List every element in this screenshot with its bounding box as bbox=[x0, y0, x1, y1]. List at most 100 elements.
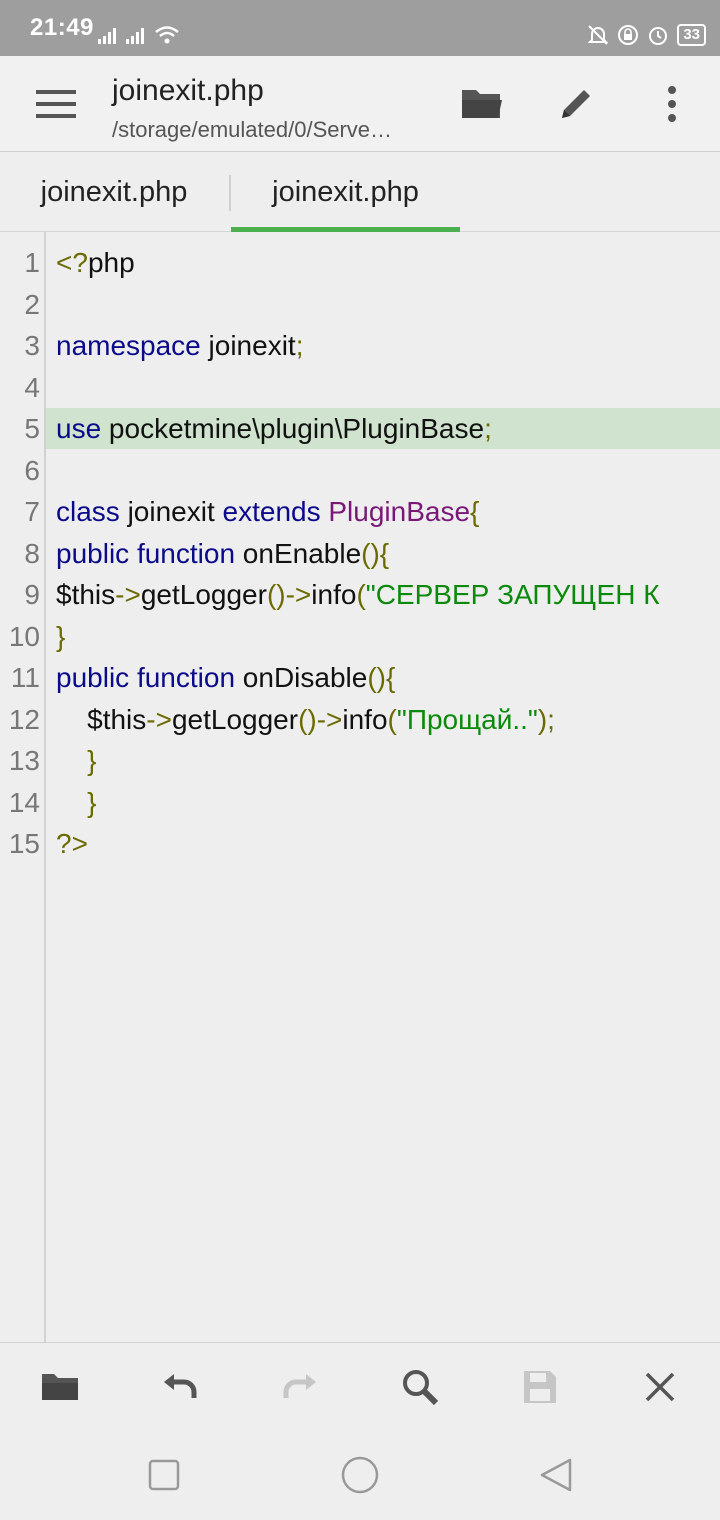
more-vert-icon bbox=[668, 86, 676, 122]
line-number: 12 bbox=[8, 703, 40, 735]
code-token: joinexit bbox=[200, 330, 296, 361]
code-line[interactable]: } bbox=[56, 616, 65, 657]
code-token: ( bbox=[387, 703, 397, 735]
undo-button[interactable] bbox=[152, 1361, 208, 1413]
folder-button[interactable] bbox=[32, 1361, 88, 1413]
battery-indicator: 33 bbox=[677, 24, 706, 46]
code-line[interactable]: namespace joinexit; bbox=[56, 325, 303, 366]
bottom-toolbar bbox=[0, 1342, 720, 1430]
signal-icon bbox=[126, 28, 144, 44]
system-nav-bar bbox=[0, 1430, 720, 1520]
search-icon bbox=[403, 1370, 439, 1406]
code-token: info bbox=[311, 579, 357, 610]
more-options-button[interactable] bbox=[646, 78, 698, 130]
code-token: -> bbox=[115, 579, 141, 610]
line-number: 2 bbox=[24, 288, 40, 320]
code-token: pocketmine\plugin\PluginBase bbox=[101, 413, 485, 444]
code-token: public bbox=[56, 662, 130, 693]
recents-button[interactable] bbox=[139, 1452, 189, 1498]
code-token: ?> bbox=[56, 828, 88, 859]
redo-button[interactable] bbox=[272, 1361, 328, 1413]
code-token: } bbox=[56, 745, 97, 776]
line-number: 6 bbox=[24, 454, 40, 486]
status-right-icons: 33 bbox=[587, 24, 706, 46]
folder-open-icon bbox=[462, 90, 502, 118]
back-icon bbox=[540, 1458, 572, 1492]
search-button[interactable] bbox=[392, 1361, 448, 1413]
code-token: function bbox=[136, 662, 236, 693]
tab-file-2[interactable]: joinexit.php bbox=[231, 153, 460, 232]
code-line[interactable]: public function onDisable(){ bbox=[56, 657, 395, 698]
app-bar: joinexit.php /storage/emulated/0/Serve… bbox=[0, 56, 720, 152]
bell-off-icon bbox=[587, 25, 609, 45]
code-token: ()-> bbox=[266, 579, 312, 610]
status-bar: 21:49 33 bbox=[0, 0, 720, 56]
open-folder-button[interactable] bbox=[456, 78, 508, 130]
code-editor[interactable]: 1 <?php 2 3 namespace joinexit; 4 5 use pocketm… bbox=[0, 232, 720, 1342]
line-number: 7 bbox=[24, 496, 40, 527]
code-token: public bbox=[56, 537, 130, 569]
recents-icon bbox=[148, 1459, 180, 1491]
code-token: $this bbox=[56, 703, 147, 735]
code-line[interactable]: $this->getLogger()->info("СЕРВЕР ЗАПУЩЕН… bbox=[56, 574, 660, 615]
undo-icon bbox=[164, 1374, 197, 1398]
code-line[interactable]: $this->getLogger()->info("Прощай.."); bbox=[56, 699, 555, 740]
code-token: $this bbox=[56, 579, 116, 610]
code-token: use bbox=[56, 413, 102, 444]
line-number: 9 bbox=[24, 579, 40, 610]
lock-rotation-icon bbox=[618, 25, 639, 45]
code-token: (){ bbox=[361, 537, 390, 569]
code-token: ); bbox=[537, 703, 555, 735]
code-token: extends bbox=[222, 496, 321, 527]
code-line[interactable]: public function onEnable(){ bbox=[56, 533, 389, 574]
close-button[interactable] bbox=[632, 1361, 688, 1413]
code-line[interactable]: } bbox=[56, 740, 96, 781]
code-token: class bbox=[56, 496, 120, 527]
folder-icon bbox=[42, 1374, 78, 1400]
back-button[interactable] bbox=[531, 1452, 581, 1498]
code-token: "СЕРВЕР ЗАПУЩЕН К bbox=[365, 579, 660, 610]
file-tabs: joinexit.php joinexit.php bbox=[0, 153, 720, 232]
code-line[interactable]: } bbox=[56, 782, 96, 823]
code-token: ()-> bbox=[298, 703, 343, 735]
code-token: onDisable bbox=[235, 662, 368, 693]
line-number: 10 bbox=[8, 620, 40, 652]
code-line[interactable]: class joinexit extends PluginBase{ bbox=[56, 491, 479, 532]
code-line[interactable]: <?php bbox=[56, 242, 135, 283]
redo-icon bbox=[283, 1374, 316, 1398]
status-time: 21:49 bbox=[30, 14, 94, 41]
line-number: 5 bbox=[24, 413, 40, 444]
line-number: 4 bbox=[24, 371, 40, 403]
code-token: ; bbox=[484, 413, 492, 444]
code-token: } bbox=[56, 786, 97, 818]
line-number: 13 bbox=[8, 745, 40, 776]
code-token: joinexit bbox=[119, 496, 223, 527]
home-icon bbox=[341, 1456, 379, 1494]
hamburger-menu-icon bbox=[36, 90, 76, 118]
line-number: 8 bbox=[24, 537, 40, 569]
edit-button[interactable] bbox=[550, 78, 602, 130]
code-token: ( bbox=[356, 579, 366, 610]
save-button[interactable] bbox=[512, 1361, 568, 1413]
code-token: getLogger bbox=[171, 703, 299, 735]
file-title: joinexit.php bbox=[112, 74, 264, 107]
code-line[interactable]: use pocketmine\plugin\PluginBase; bbox=[56, 408, 492, 449]
code-token: { bbox=[470, 496, 480, 527]
code-token: -> bbox=[146, 703, 172, 735]
save-icon bbox=[524, 1371, 556, 1403]
code-token: <? bbox=[56, 247, 88, 278]
code-line[interactable]: ?> bbox=[56, 823, 88, 864]
code-token: php bbox=[87, 247, 135, 278]
code-token: (){ bbox=[367, 662, 396, 693]
menu-button[interactable] bbox=[28, 80, 84, 128]
line-number: 11 bbox=[10, 662, 40, 693]
alarm-icon bbox=[649, 27, 668, 45]
file-path: /storage/emulated/0/Serve… bbox=[112, 117, 393, 142]
code-token: PluginBase bbox=[328, 496, 471, 527]
home-button[interactable] bbox=[335, 1452, 385, 1498]
tab-file-1[interactable]: joinexit.php bbox=[0, 153, 228, 232]
gutter-divider bbox=[44, 232, 46, 1342]
close-icon bbox=[645, 1372, 675, 1402]
